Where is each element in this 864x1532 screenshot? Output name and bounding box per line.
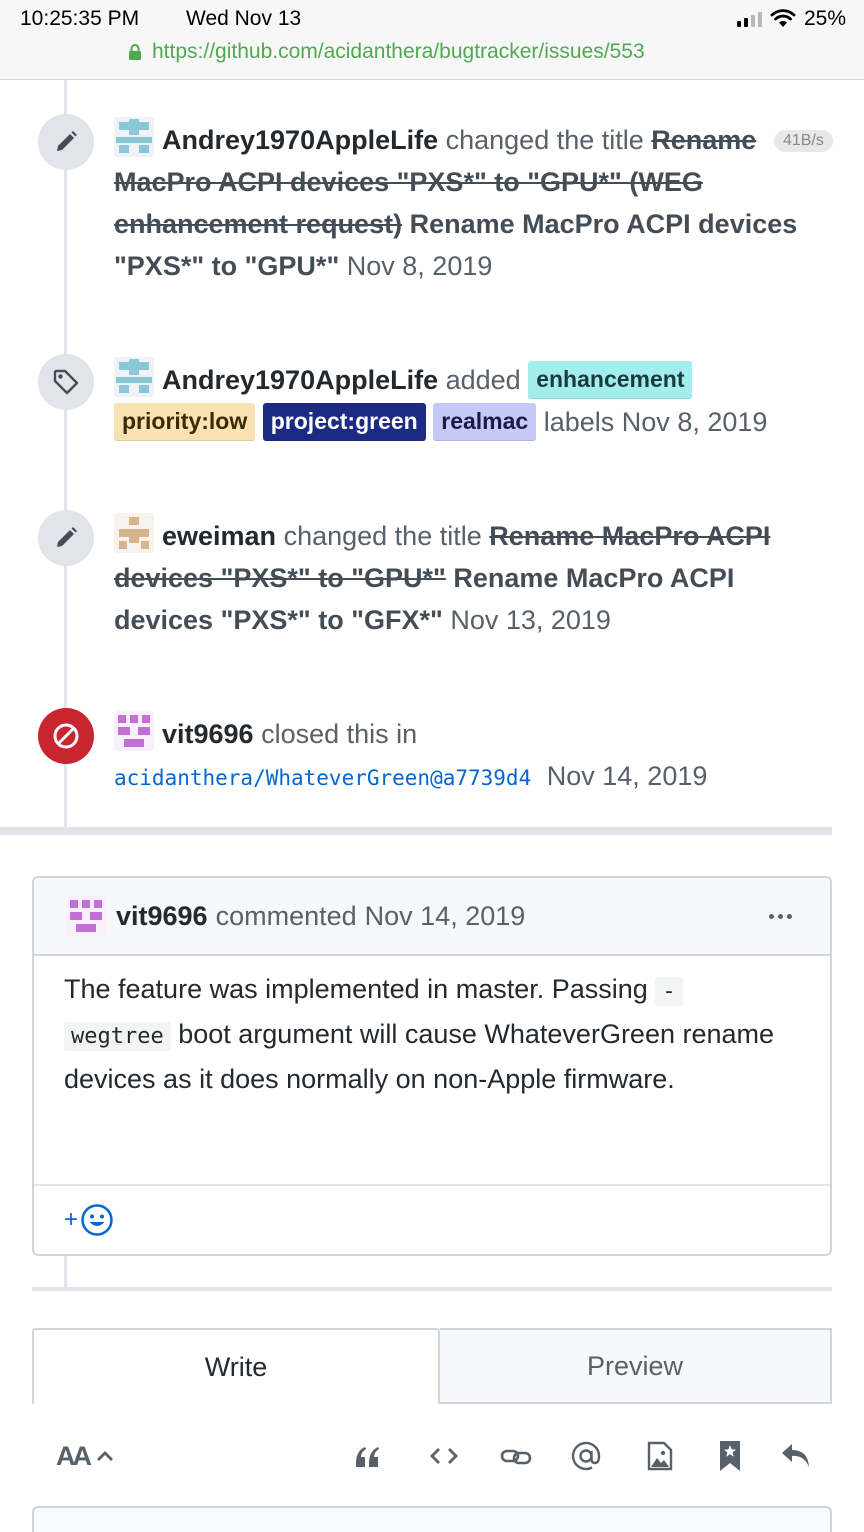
lock-icon — [129, 44, 141, 60]
pencil-icon — [57, 527, 77, 547]
label-enhancement[interactable]: enhancement — [528, 361, 693, 399]
comment-date[interactable]: Nov 14, 2019 — [365, 901, 526, 932]
inline-code: - — [655, 977, 683, 1006]
markdown-toolbar: AA — [0, 1420, 864, 1492]
quote-button[interactable] — [348, 1436, 388, 1476]
link-button[interactable] — [496, 1436, 536, 1476]
avatar[interactable] — [66, 896, 106, 936]
pencil-icon — [57, 131, 77, 151]
link-icon — [500, 1449, 532, 1465]
labels-suffix: labels — [543, 407, 615, 437]
at-sign-icon — [571, 1441, 601, 1471]
timeline-event-rename: eweiman changed the title Rename MacPro … — [114, 513, 834, 641]
reply-icon — [782, 1444, 809, 1467]
page-url[interactable]: https://github.com/acidanthera/bugtracke… — [152, 40, 645, 64]
battery-percent: 25% — [803, 7, 846, 30]
event-author[interactable]: Andrey1970AppleLife — [162, 365, 438, 395]
label-realmac[interactable]: realmac — [433, 403, 537, 441]
avatar[interactable] — [114, 513, 154, 553]
label-project-green[interactable]: project:green — [262, 403, 426, 441]
add-reaction-button[interactable]: + — [64, 1203, 114, 1237]
more-options-icon[interactable] — [769, 914, 792, 919]
comment-text: The feature was implemented in master. P… — [64, 974, 648, 1004]
avatar[interactable] — [114, 711, 154, 751]
timeline-divider — [0, 827, 832, 835]
event-author[interactable]: vit9696 — [162, 719, 254, 749]
event-author[interactable]: eweiman — [162, 521, 276, 551]
pencil-badge — [38, 114, 94, 170]
inline-code: wegtree — [64, 1022, 171, 1051]
tab-preview[interactable]: Preview — [440, 1328, 832, 1404]
wifi-icon — [770, 9, 796, 27]
image-button[interactable] — [640, 1436, 680, 1476]
timeline-event-closed: vit9696 closed this in acidanthera/Whate… — [114, 711, 834, 799]
bookmark-icon — [720, 1441, 740, 1471]
status-date: Wed Nov 13 — [186, 7, 302, 30]
text-size-button[interactable]: AA — [56, 1436, 126, 1476]
avatar[interactable] — [114, 117, 154, 157]
label-priority-low[interactable]: priority:low — [114, 403, 256, 441]
reply-button[interactable] — [776, 1436, 816, 1476]
comment-reactions: + — [34, 1184, 830, 1254]
avatar[interactable] — [114, 357, 154, 397]
timeline-line — [64, 1255, 67, 1289]
cellular-signal-icon — [736, 11, 762, 27]
event-action: closed this in — [261, 719, 418, 749]
comment-body: The feature was implemented in master. P… — [34, 956, 830, 1184]
code-icon — [430, 1448, 458, 1464]
image-icon — [647, 1441, 673, 1471]
event-action: changed the title — [445, 125, 644, 155]
comment-text: boot argument will cause WhateverGreen r… — [64, 1019, 775, 1094]
smiley-icon — [81, 1204, 113, 1236]
timeline-event-labels: Andrey1970AppleLife added enhancement pr… — [114, 357, 834, 443]
event-date[interactable]: Nov 14, 2019 — [547, 761, 708, 791]
mention-button[interactable] — [566, 1436, 606, 1476]
event-author[interactable]: Andrey1970AppleLife — [162, 125, 438, 155]
code-button[interactable] — [424, 1436, 464, 1476]
pencil-badge — [38, 510, 94, 566]
event-action: changed the title — [283, 521, 482, 551]
chevron-up-icon — [97, 1451, 113, 1461]
text-size-label: AA — [56, 1440, 92, 1471]
tag-icon — [53, 369, 79, 395]
editor-tabs: Write Preview — [32, 1328, 832, 1404]
section-divider — [32, 1287, 832, 1291]
commit-link[interactable]: acidanthera/WhateverGreen@a7739d4 — [114, 766, 531, 790]
event-date[interactable]: Nov 8, 2019 — [622, 407, 768, 437]
circle-slash-icon — [53, 723, 79, 749]
address-bar[interactable]: https://github.com/acidanthera/bugtracke… — [128, 40, 645, 64]
saved-replies-button[interactable] — [710, 1436, 750, 1476]
comment-author[interactable]: vit9696 — [116, 901, 208, 932]
browser-status-bar: 10:25:35 PM Wed Nov 13 25% https://githu… — [0, 0, 864, 80]
comment-textarea[interactable] — [32, 1506, 832, 1532]
status-indicators: 25% — [736, 7, 846, 31]
plus-sign: + — [64, 1206, 79, 1233]
status-time: 10:25:35 PM — [20, 7, 140, 30]
closed-badge — [38, 708, 94, 764]
event-date[interactable]: Nov 8, 2019 — [347, 251, 493, 281]
timeline-event-rename: Andrey1970AppleLife changed the title Re… — [114, 117, 834, 287]
comment-box: vit9696 commented Nov 14, 2019 The featu… — [32, 876, 832, 1256]
event-action: added — [445, 365, 521, 395]
comment-action: commented — [215, 900, 357, 931]
quote-icon — [356, 1447, 379, 1467]
tab-write[interactable]: Write — [32, 1328, 440, 1404]
event-date[interactable]: Nov 13, 2019 — [450, 605, 611, 635]
tag-badge — [38, 354, 94, 410]
comment-header: vit9696 commented Nov 14, 2019 — [34, 878, 830, 956]
